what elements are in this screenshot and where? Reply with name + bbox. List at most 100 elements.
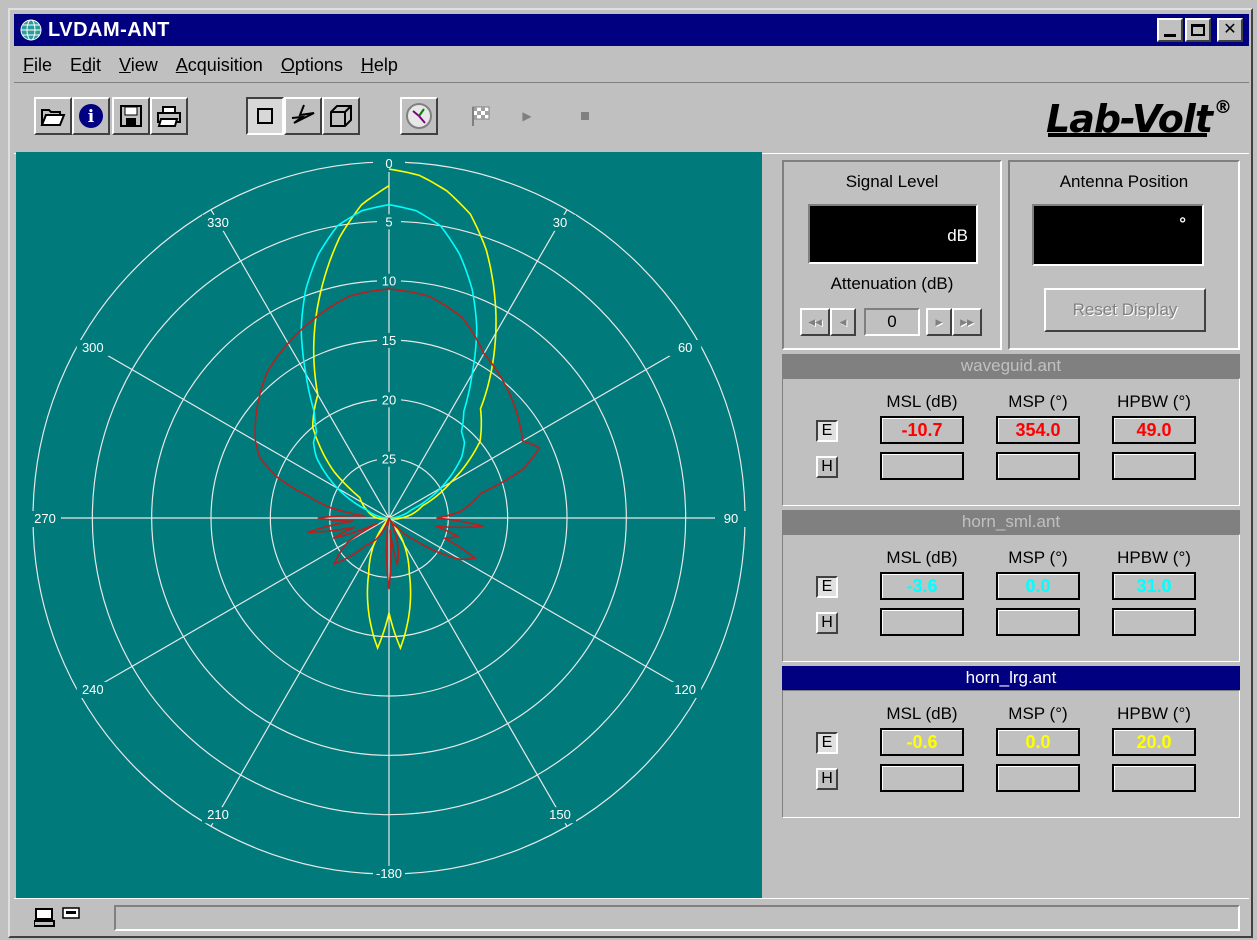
signal-level-group: Signal Level dB Attenuation (dB) ◀◀ ◀ 0 …	[782, 160, 1002, 350]
angle-label: 150	[549, 807, 571, 822]
rectangular-view-button[interactable]	[246, 97, 284, 135]
angle-label: 60	[678, 340, 692, 355]
attenuation-fast-decrease-button[interactable]: ◀◀	[800, 308, 830, 336]
print-button[interactable]	[150, 97, 188, 135]
e-value-2: 20.0	[1112, 728, 1196, 756]
angle-label: 120	[674, 682, 696, 697]
antenna-position-group: Antenna Position ° Reset Display	[1008, 160, 1240, 350]
polar-plot: 0 30 60 90 120 150 -180 210 240 270 300 330 5 10 15 20 2…	[16, 152, 762, 898]
h-value-1	[996, 452, 1080, 480]
angle-label: 90	[724, 511, 738, 526]
attenuation-label: Attenuation (dB)	[830, 274, 954, 293]
column-header: MSL (dB)	[886, 704, 958, 723]
e-value-2: 49.0	[1112, 416, 1196, 444]
angle-label: 240	[82, 682, 104, 697]
file-header-0[interactable]: waveguid.ant	[782, 354, 1240, 378]
column-header: MSL (dB)	[886, 548, 958, 567]
h-value-1	[996, 608, 1080, 636]
toolbar: i ▶ Lab-Volt ®	[14, 82, 1249, 154]
save-button[interactable]	[112, 97, 150, 135]
angle-label: -180	[376, 866, 402, 881]
column-header: MSP (°)	[1008, 392, 1068, 411]
minimize-icon	[1164, 33, 1176, 37]
e-value-0: -3.6	[880, 572, 964, 600]
menu-help[interactable]: Help	[352, 55, 407, 76]
file-header-1[interactable]: horn_sml.ant	[782, 510, 1240, 534]
lab-volt-logo: Lab-Volt ®	[1045, 97, 1232, 141]
grid-spoke	[210, 209, 390, 519]
step-right-icon: ▶	[935, 316, 943, 327]
fast-forward-icon: ▶▶	[960, 316, 974, 327]
grid-spoke	[388, 209, 568, 519]
h-value-1	[996, 764, 1080, 792]
menu-options[interactable]: Options	[272, 55, 352, 76]
keyboard-icon	[62, 907, 80, 919]
e-value-2: 31.0	[1112, 572, 1196, 600]
fast-rewind-icon: ◀◀	[808, 316, 822, 327]
menu-file[interactable]: File	[14, 55, 61, 76]
window-title: LVDAM-ANT	[48, 18, 170, 41]
attenuation-value[interactable]: 0	[864, 308, 920, 336]
e-value-0: -10.7	[880, 416, 964, 444]
radial-label: 10	[382, 274, 396, 289]
signal-meter-button[interactable]	[400, 97, 438, 135]
title-bar[interactable]: LVDAM-ANT ✕	[14, 14, 1249, 46]
h-plane-button[interactable]: H	[816, 768, 838, 790]
angle-label: 210	[207, 807, 229, 822]
e-plane-button[interactable]: E	[816, 576, 838, 598]
column-header: HPBW (°)	[1117, 392, 1191, 411]
column-header: MSP (°)	[1008, 704, 1068, 723]
step-left-icon: ◀	[839, 316, 847, 327]
h-value-0	[880, 764, 964, 792]
status-text-field	[114, 905, 1240, 931]
h-value-2	[1112, 452, 1196, 480]
reset-display-button[interactable]: Reset Display	[1044, 288, 1206, 332]
angle-label: 270	[34, 511, 56, 526]
menu-edit[interactable]: Edit	[61, 55, 110, 76]
open-button[interactable]	[34, 97, 72, 135]
grid-spoke	[80, 517, 390, 697]
minimize-button[interactable]	[1157, 18, 1183, 42]
signal-level-display: dB	[808, 204, 978, 264]
grid-spoke	[80, 339, 390, 519]
antenna-position-title: Antenna Position	[1059, 172, 1189, 191]
grid-spoke	[388, 517, 698, 697]
flag-button[interactable]	[462, 97, 500, 135]
e-plane-button[interactable]: E	[816, 732, 838, 754]
attenuation-decrease-button[interactable]: ◀	[830, 308, 856, 336]
h-value-0	[880, 452, 964, 480]
column-header: HPBW (°)	[1117, 548, 1191, 567]
info-button[interactable]: i	[72, 97, 110, 135]
h-plane-button[interactable]: H	[816, 456, 838, 478]
e-plane-button[interactable]: E	[816, 420, 838, 442]
e-value-1: 354.0	[996, 416, 1080, 444]
radial-label: 20	[382, 392, 396, 407]
polar-view-button[interactable]	[284, 97, 322, 135]
column-header: MSL (dB)	[886, 392, 958, 411]
column-header: MSP (°)	[1008, 548, 1068, 567]
h-plane-button[interactable]: H	[816, 612, 838, 634]
e-value-1: 0.0	[996, 728, 1080, 756]
file-header-2[interactable]: horn_lrg.ant	[782, 666, 1240, 690]
3d-view-button[interactable]	[322, 97, 360, 135]
polar-chart: 0306090120150-180210240270300330 51015202…	[29, 156, 747, 882]
3d-view-icon	[330, 105, 352, 127]
play-button[interactable]: ▶	[508, 97, 546, 135]
close-button[interactable]: ✕	[1217, 18, 1243, 42]
info-icon: i	[79, 104, 103, 128]
h-value-0	[880, 608, 964, 636]
stop-button[interactable]	[566, 97, 604, 135]
attenuation-increase-button[interactable]: ▶	[926, 308, 952, 336]
status-bar	[14, 898, 1249, 934]
maximize-button[interactable]	[1185, 18, 1211, 42]
stop-icon	[581, 112, 589, 120]
e-value-1: 0.0	[996, 572, 1080, 600]
menu-acquisition[interactable]: Acquisition	[167, 55, 272, 76]
close-icon: ✕	[1223, 21, 1237, 38]
grid-spoke	[388, 339, 698, 519]
attenuation-fast-increase-button[interactable]: ▶▶	[952, 308, 982, 336]
h-value-2	[1112, 608, 1196, 636]
menu-view[interactable]: View	[110, 55, 167, 76]
series-line-0	[311, 168, 497, 651]
print-icon	[157, 106, 181, 127]
